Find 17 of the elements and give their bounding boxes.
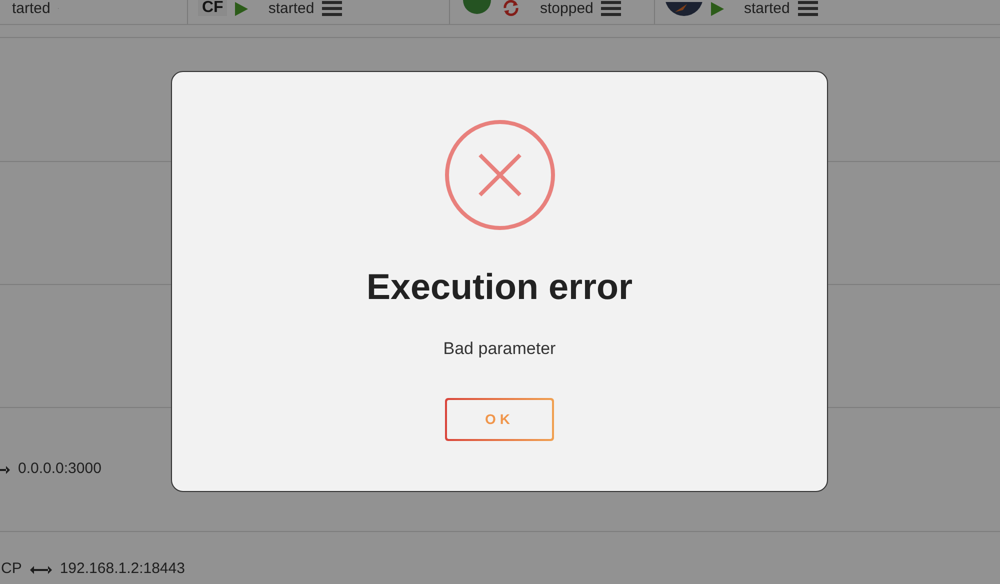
ok-button[interactable]: OK — [445, 398, 554, 440]
refresh-icon[interactable] — [502, 0, 520, 16]
play-icon[interactable] — [235, 2, 248, 16]
status-text: tarted — [12, 1, 50, 16]
error-icon — [444, 119, 556, 231]
rocket-logo-icon — [665, 2, 703, 16]
status-text: started — [268, 1, 314, 16]
address-text: 192.168.1.2:18443 — [60, 558, 185, 578]
logo-text: CF — [198, 0, 228, 16]
protocol-text: CP — [1, 558, 22, 578]
address-text: 0.0.0.0:3000 — [18, 459, 102, 480]
globe-logo-icon — [460, 0, 494, 16]
play-icon[interactable] — [711, 2, 724, 16]
status-text: stopped — [540, 1, 594, 16]
dialog-title: Execution error — [366, 269, 633, 305]
status-text: started — [744, 1, 790, 16]
dialog-message: Bad parameter — [443, 338, 556, 360]
